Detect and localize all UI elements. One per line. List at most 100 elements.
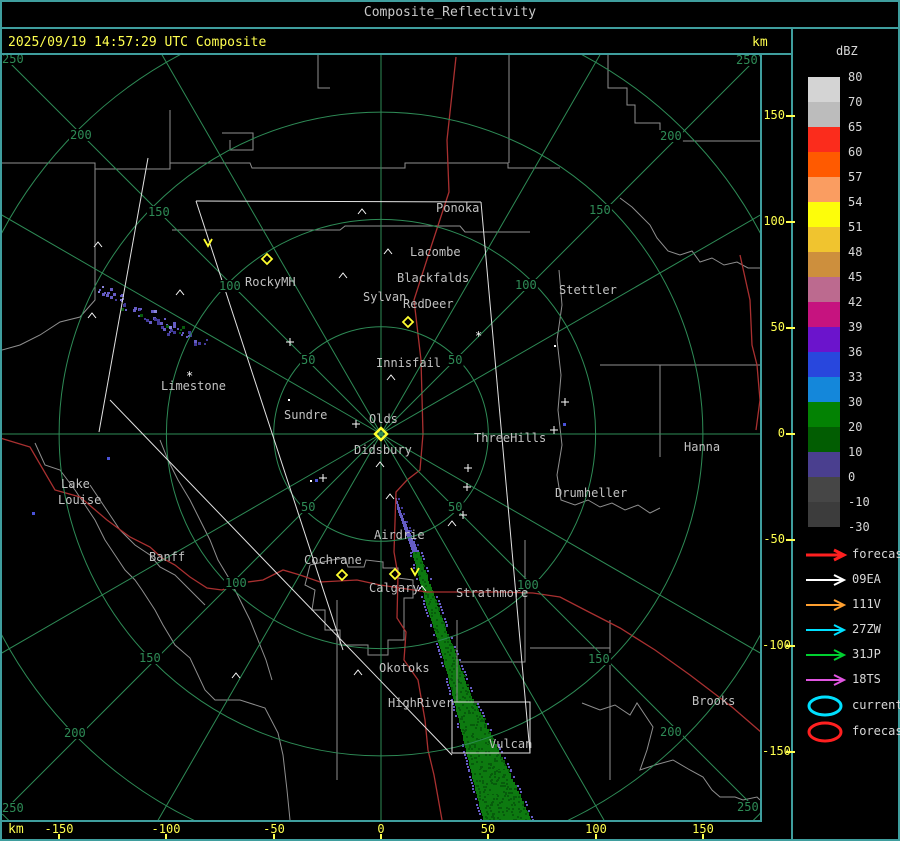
dbz-scale-value: 48: [848, 245, 888, 259]
precip-texture: [502, 785, 504, 787]
precip-speckle: [110, 288, 113, 291]
dbz-scale-value: 57: [848, 170, 888, 184]
city-label-blackfalds: Blackfalds: [397, 271, 469, 285]
precip-texture: [425, 585, 427, 587]
precip-spike-purple: [398, 510, 401, 513]
precip-spike-green: [443, 656, 457, 659]
precip-texture: [517, 816, 519, 818]
precip-texture: [434, 628, 436, 630]
precip-speckle: [447, 684, 449, 686]
precip-texture: [501, 760, 503, 762]
radar-map-canvas[interactable]: 5050505010010010010015015015015020020020…: [2, 55, 760, 820]
precip-texture: [447, 647, 449, 649]
precip-texture: [445, 659, 447, 661]
precip-texture: [493, 817, 495, 819]
precip-texture: [449, 654, 451, 656]
precip-speckle: [464, 754, 466, 756]
precip-texture: [461, 718, 463, 720]
precip-texture: [459, 672, 461, 674]
precip-texture: [491, 782, 493, 784]
precip-speckle: [403, 513, 405, 515]
precip-texture: [436, 619, 438, 621]
precip-texture: [478, 748, 480, 750]
precip-texture: [434, 612, 436, 614]
precip-texture: [498, 807, 500, 809]
ring-distance-label: 250: [736, 55, 758, 67]
precip-texture: [513, 798, 515, 800]
precip-speckle: [467, 766, 469, 768]
precip-texture: [470, 724, 472, 726]
scan-sector-outline: [196, 201, 343, 650]
y-tick-mark: [786, 327, 795, 329]
city-label-cochrane: Cochrane: [304, 553, 362, 567]
precip-texture: [474, 709, 476, 711]
precip-texture: [436, 625, 438, 627]
precip-texture: [462, 704, 464, 706]
precip-texture: [493, 798, 495, 800]
precip-speckle: [177, 328, 179, 330]
precip-speckle: [169, 326, 172, 329]
precip-texture: [477, 721, 479, 723]
city-label-rockymh: RockyMH: [245, 275, 296, 289]
precip-spike-purple: [397, 504, 399, 507]
precip-texture: [445, 647, 447, 649]
precip-speckle: [445, 621, 447, 623]
precip-speckle: [146, 319, 149, 322]
precip-speckle: [446, 681, 448, 683]
precip-speckle: [482, 712, 484, 714]
precip-texture: [485, 770, 487, 772]
x-axis-unit-label: km: [8, 822, 24, 837]
county-boundary: [620, 198, 760, 268]
precip-speckle: [98, 291, 100, 293]
precip-texture: [462, 671, 464, 673]
precip-texture: [497, 817, 499, 819]
precip-texture: [471, 763, 473, 765]
precip-texture: [484, 718, 486, 720]
precip-speckle: [182, 332, 184, 334]
y-axis-unit-label: km: [752, 35, 768, 50]
precip-texture: [484, 724, 486, 726]
precip-texture: [458, 707, 460, 709]
precip-spike-green: [478, 798, 522, 801]
precip-speckle: [487, 723, 489, 725]
precip-texture: [510, 798, 512, 800]
legend-ellipse-label: current: [852, 698, 900, 712]
precip-texture: [502, 798, 504, 800]
precip-texture: [421, 570, 423, 572]
precip-texture: [503, 791, 505, 793]
plus-marker: [464, 464, 472, 472]
precip-speckle: [423, 558, 425, 560]
dbz-scale-value: 36: [848, 345, 888, 359]
precip-speckle: [477, 807, 479, 809]
station-diamond-marker: [262, 254, 272, 264]
precip-texture: [494, 773, 496, 775]
precip-texture: [513, 819, 515, 820]
storm-track-arrow-31JP: [804, 648, 850, 662]
precip-spike-purple: [403, 524, 407, 527]
dbz-scale-swatch: [808, 302, 840, 327]
city-label-ponoka: Ponoka: [436, 201, 479, 215]
precip-texture: [441, 635, 443, 637]
caret-marker: [176, 290, 184, 295]
plus-marker: [463, 483, 471, 491]
title-text: Composite_Reflectivity: [364, 5, 536, 20]
precip-speckle: [173, 325, 176, 328]
white-dot-marker: [288, 399, 290, 401]
county-boundary: [318, 55, 330, 88]
precip-speckle: [99, 289, 101, 291]
precip-spike-green: [469, 763, 505, 766]
precip-texture: [485, 754, 487, 756]
precip-speckle: [464, 671, 466, 673]
x-tick-mark: [380, 834, 382, 839]
caret-marker: [358, 209, 366, 214]
precip-texture: [479, 791, 481, 793]
precip-speckle: [164, 318, 166, 320]
precip-texture: [464, 697, 466, 699]
precip-texture: [453, 660, 455, 662]
precip-texture: [503, 782, 505, 784]
dbz-scale-swatch: [808, 402, 840, 427]
radar-map[interactable]: 5050505010010010010015015015015020020020…: [2, 55, 760, 820]
precip-texture: [460, 691, 462, 693]
precip-texture: [427, 594, 429, 596]
precip-speckle: [465, 757, 467, 759]
